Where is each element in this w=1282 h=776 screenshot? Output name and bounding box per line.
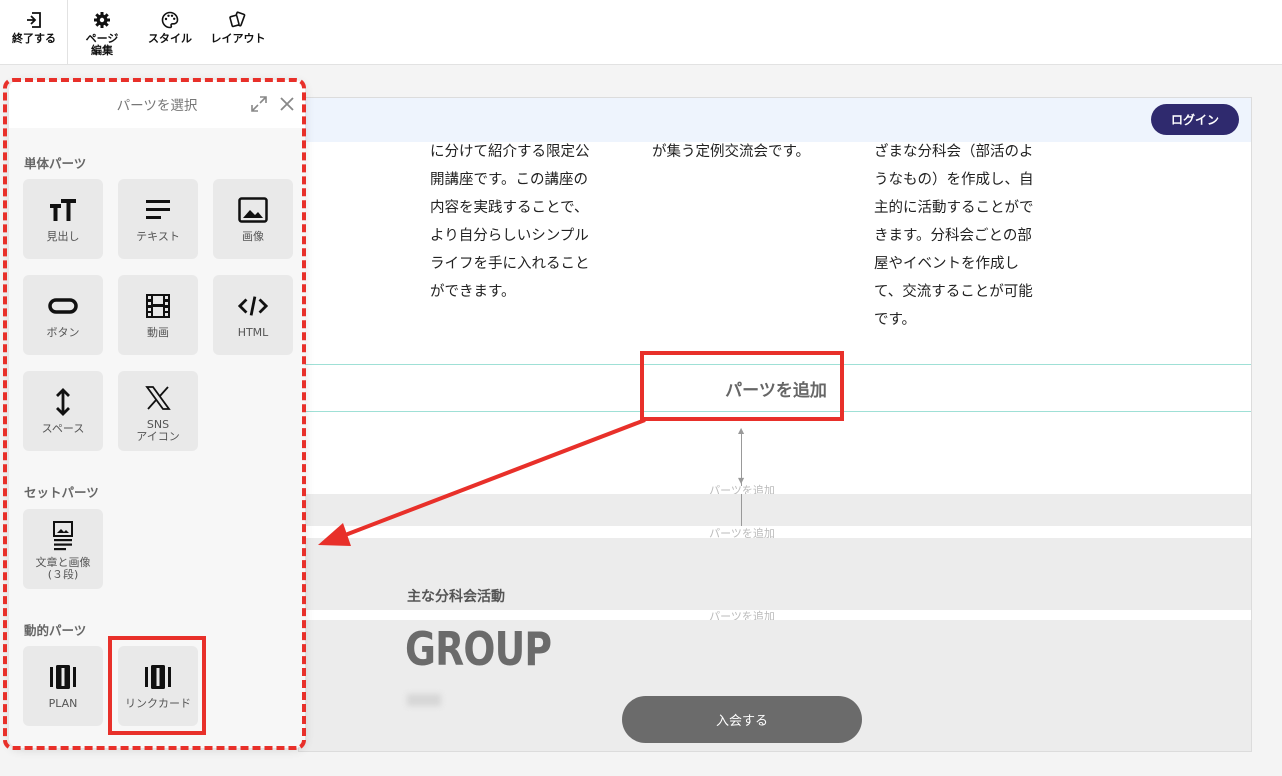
parts-panel: パーツを選択 単体パーツ 見出し テキスト 画像 ボタン 動画 HTML スペー… — [9, 80, 305, 748]
tile-sns-label: SNS アイコン — [136, 418, 180, 443]
button-icon — [48, 291, 78, 321]
tile-text-label: テキスト — [136, 230, 180, 243]
style-button[interactable]: スタイル — [144, 0, 196, 64]
tile-video[interactable]: 動画 — [118, 275, 198, 355]
feature-text-2: が集う定例交流会です。 — [652, 144, 811, 160]
feature-text-3: ざまな分科会（部活のよ うなもの）を作成し、自 主的に活動することがで きます。… — [874, 144, 1034, 328]
tile-text[interactable]: テキスト — [118, 179, 198, 259]
site-header: ログイン — [299, 98, 1251, 142]
article-icon — [48, 521, 78, 551]
style-label: スタイル — [148, 32, 192, 45]
spacer-indicator-2 — [741, 494, 742, 526]
editor-toolbar: 終了する ページ 編集 スタイル レイアウト — [0, 0, 1282, 65]
spacer-arrow-up-icon: ▲ — [738, 426, 745, 435]
film-icon — [143, 291, 173, 321]
group-label-single: 単体パーツ — [24, 156, 87, 171]
exit-button[interactable]: 終了する — [8, 0, 60, 64]
tile-button-label: ボタン — [46, 326, 80, 339]
tile-heading-label: 見出し — [46, 230, 80, 243]
tile-html-label: HTML — [237, 326, 269, 339]
tile-space[interactable]: スペース — [23, 371, 103, 451]
expand-icon[interactable] — [249, 94, 269, 114]
tile-image-label: 画像 — [242, 230, 264, 243]
tile-button[interactable]: ボタン — [23, 275, 103, 355]
layout-button[interactable]: レイアウト — [206, 0, 270, 64]
tile-video-label: 動画 — [147, 326, 169, 339]
text-lines-icon — [143, 195, 173, 225]
x-logo-icon — [143, 383, 173, 413]
tile-link-card-label: リンクカード — [125, 697, 191, 710]
tile-sns[interactable]: SNS アイコン — [118, 371, 198, 451]
page-canvas: ログイン に分けて紹介する限定公 開講座です。この講座の 内容を実践することで、… — [298, 97, 1252, 752]
heading-icon — [48, 195, 78, 225]
image-icon — [238, 195, 268, 225]
add-parts-label: パーツを追加 — [725, 380, 827, 401]
exit-label: 終了する — [12, 32, 56, 45]
join-button[interactable]: 入会する — [622, 696, 862, 743]
add-parts-row[interactable]: パーツを追加 — [299, 364, 1251, 412]
blurred-text — [407, 694, 441, 706]
tile-image[interactable]: 画像 — [213, 179, 293, 259]
group-title: GROUP — [405, 622, 552, 676]
exit-icon — [27, 12, 41, 28]
panel-header: パーツを選択 — [9, 80, 305, 128]
tile-plan-label: PLAN — [48, 697, 78, 710]
layout-label: レイアウト — [210, 32, 266, 45]
login-button[interactable]: ログイン — [1151, 104, 1239, 135]
tile-link-card[interactable]: リンクカード — [118, 646, 198, 726]
code-icon — [238, 291, 268, 321]
carousel-icon — [143, 662, 173, 692]
close-icon[interactable] — [277, 94, 297, 114]
vertical-arrows-icon — [48, 387, 78, 417]
page-edit-label: ページ 編集 — [85, 32, 119, 57]
page-edit-button[interactable]: ページ 編集 — [80, 0, 124, 64]
palette-icon — [161, 11, 179, 29]
gray-section-1 — [299, 494, 1251, 526]
feature-text-1: に分けて紹介する限定公 開講座です。この講座の 内容を実践することで、 より自分… — [430, 144, 590, 300]
panel-body: 単体パーツ 見出し テキスト 画像 ボタン 動画 HTML スペース SNS ア… — [9, 128, 305, 748]
layout-icon — [229, 11, 246, 28]
panel-title: パーツを選択 — [116, 98, 198, 114]
tile-heading[interactable]: 見出し — [23, 179, 103, 259]
section-label: 主な分科会活動 — [407, 589, 505, 605]
group-label-set: セットパーツ — [24, 485, 99, 500]
tile-text-image-label: 文章と画像 (３段) — [35, 556, 91, 581]
tile-space-label: スペース — [41, 422, 85, 435]
gear-icon — [94, 12, 110, 28]
tile-text-image[interactable]: 文章と画像 (３段) — [23, 509, 103, 589]
carousel-icon — [48, 662, 78, 692]
toolbar-divider — [67, 0, 68, 64]
tile-html[interactable]: HTML — [213, 275, 293, 355]
group-label-dynamic: 動的パーツ — [24, 623, 87, 638]
tile-plan[interactable]: PLAN — [23, 646, 103, 726]
